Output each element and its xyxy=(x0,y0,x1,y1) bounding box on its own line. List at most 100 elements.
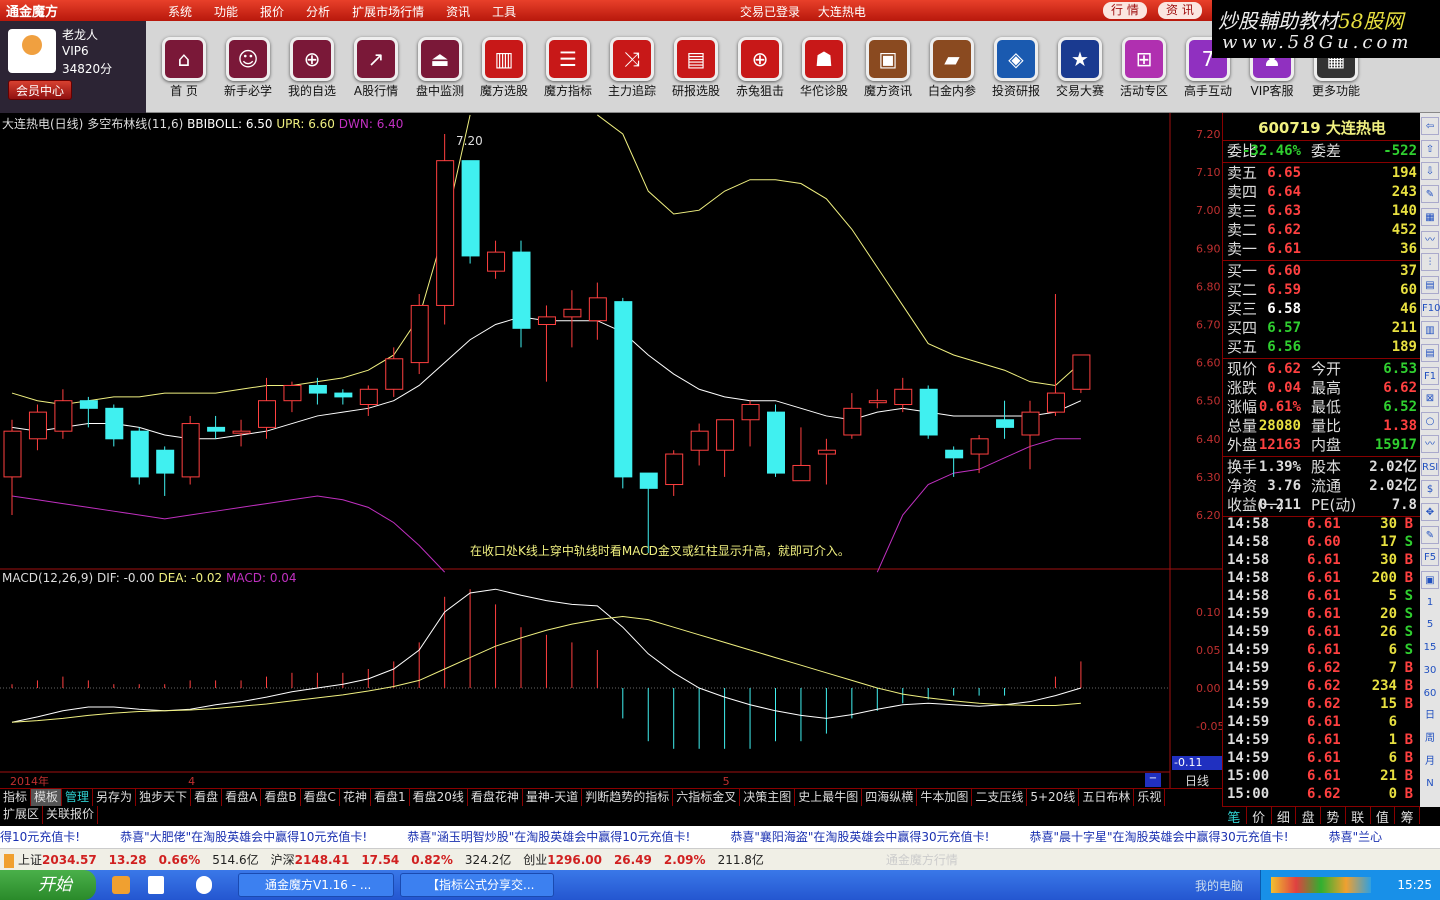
my-computer-label[interactable]: 我的电脑 xyxy=(1195,877,1243,894)
toolbar-button-report[interactable]: ▤ 研报选股 xyxy=(668,29,724,99)
side-tool-icon[interactable]: ⇦ xyxy=(1421,117,1439,135)
scroll-button[interactable]: − xyxy=(1145,773,1161,787)
menu-analysis[interactable]: 分析 xyxy=(306,3,330,20)
quote-tab[interactable]: 盘 xyxy=(1296,807,1321,826)
toolbar-button-list[interactable]: ☰ 魔方指标 xyxy=(540,29,596,99)
toolbar-button-bar-chart[interactable]: ▥ 魔方选股 xyxy=(476,29,532,99)
indicator-tab[interactable]: 另存为 xyxy=(93,789,137,806)
indicator-tab[interactable]: 六指标金叉 xyxy=(673,789,741,806)
toolbar-button-home[interactable]: ⌂ 首 页 xyxy=(156,29,212,99)
indicator-tab[interactable]: 指标 xyxy=(0,789,32,806)
indicator-tab[interactable]: 看盘 xyxy=(191,789,223,806)
side-tool-icon[interactable]: ✎ xyxy=(1421,525,1439,544)
ie-icon[interactable] xyxy=(196,876,212,894)
indicator-tab[interactable]: 5+20线 xyxy=(1027,789,1080,806)
avatar[interactable] xyxy=(8,29,56,73)
toolbar-button-joystick[interactable]: ⏏ 盘中监测 xyxy=(412,29,468,99)
menu-function[interactable]: 功能 xyxy=(214,3,238,20)
indicator-tab[interactable]: 看盘1 xyxy=(371,789,410,806)
indicator-tab[interactable]: 看盘A xyxy=(222,789,262,806)
menu-tools[interactable]: 工具 xyxy=(492,3,516,20)
side-tool-icon[interactable]: ○ xyxy=(1421,412,1439,431)
indicator-tab[interactable]: 看盘20线 xyxy=(410,789,468,806)
indicator-tab[interactable]: 看盘花神 xyxy=(468,789,523,806)
quote-tab[interactable]: 价 xyxy=(1247,807,1272,826)
quote-tab[interactable]: 联 xyxy=(1346,807,1371,826)
ticker-item[interactable]: 恭喜"涵玉明智炒股"在淘股英雄会中赢得10元充值卡! xyxy=(407,830,690,844)
notepad-icon[interactable] xyxy=(148,876,164,894)
side-tool-icon[interactable]: F5 xyxy=(1421,548,1439,567)
side-tool-icon[interactable]: ✎ xyxy=(1421,185,1439,204)
toolbar-button-ticket[interactable]: ◈ 投资研报 xyxy=(988,29,1044,99)
toolbar-button-reader[interactable]: ☺ 新手必学 xyxy=(220,29,276,99)
side-tool-icon[interactable]: ▤ xyxy=(1421,275,1439,294)
side-tool-icon[interactable]: F1 xyxy=(1421,366,1439,385)
task-browser[interactable]: 【指标公式分享交... xyxy=(400,873,554,897)
index-name[interactable]: 沪深 xyxy=(271,853,295,867)
indicator-tab[interactable]: 二支压线 xyxy=(972,789,1028,806)
toolbar-button-badge[interactable]: ★ 交易大赛 xyxy=(1052,29,1108,99)
menu-news[interactable]: 资讯 xyxy=(446,3,470,20)
news-ticker[interactable]: 得10元充值卡! 恭喜"大肥佬"在淘股英雄会中赢得10元充值卡! 恭喜"涵玉明智炒股… xyxy=(0,826,1440,848)
side-tool-icon[interactable]: F10 xyxy=(1421,298,1440,317)
indicator-tab[interactable]: 牛本加图 xyxy=(917,789,973,806)
menu-quote[interactable]: 报价 xyxy=(260,3,284,20)
side-tool-icon[interactable]: ⊠ xyxy=(1421,389,1439,408)
tab-related-quotes[interactable]: 关联报价 xyxy=(43,806,99,824)
side-tool-icon[interactable]: 5 xyxy=(1421,616,1439,634)
index-name[interactable]: 创业 xyxy=(523,853,547,867)
side-tool-icon[interactable]: ✥ xyxy=(1421,502,1439,521)
side-tool-icon[interactable]: 〰 xyxy=(1421,434,1439,453)
task-app[interactable]: 通金魔方V1.16 - ... xyxy=(238,873,394,897)
indicator-tab[interactable]: 决策主图 xyxy=(740,789,796,806)
toolbar-button-cube[interactable]: ▣ 魔方资讯 xyxy=(860,29,916,99)
start-button[interactable]: 开始 xyxy=(0,870,96,900)
indicator-tab[interactable]: 四海纵横 xyxy=(862,789,918,806)
quote-tab[interactable]: 势 xyxy=(1321,807,1346,826)
toolbar-button-trend[interactable]: ↗ A股行情 xyxy=(348,29,404,99)
ticker-item[interactable]: 得10元充值卡! xyxy=(0,830,80,844)
side-tool-icon[interactable]: ▥ xyxy=(1421,321,1439,340)
kline-chart[interactable]: 7.20 7.10 7.00 6.90 6.80 6.70 6.60 6.50 6.40 6.30… xyxy=(0,113,1222,788)
side-tool-icon[interactable]: ▤ xyxy=(1421,344,1439,362)
side-tool-icon[interactable]: ⇧ xyxy=(1421,139,1439,158)
side-tool-icon[interactable]: 1 xyxy=(1421,594,1439,612)
toolbar-button-shuffle[interactable]: ⤨ 主力追踪 xyxy=(604,29,660,99)
indicator-tab[interactable]: 管理 xyxy=(62,789,94,806)
quicklaunch-icon[interactable] xyxy=(112,876,130,894)
quote-tab[interactable]: 细 xyxy=(1272,807,1297,826)
member-center-button[interactable]: 会员中心 xyxy=(8,80,72,100)
toolbar-button-doctor[interactable]: ☗ 华佗诊股 xyxy=(796,29,852,99)
side-tool-icon[interactable]: N xyxy=(1421,775,1439,793)
ticker-item[interactable]: 恭喜"大肥佬"在淘股英雄会中赢得10元充值卡! xyxy=(120,830,367,844)
ticker-item[interactable]: 恭喜"晨十字星"在淘股英雄会中赢得30元充值卡! xyxy=(1029,830,1288,844)
indicator-tab[interactable]: 独步天下 xyxy=(136,789,192,806)
tab-extension-area[interactable]: 扩展区 xyxy=(0,806,44,824)
indicator-tab[interactable]: 判断趋势的指标 xyxy=(582,789,674,806)
menu-system[interactable]: 系统 xyxy=(168,3,192,20)
toolbar-button-basket[interactable]: ⊕ 我的自选 xyxy=(284,29,340,99)
tray-icons[interactable] xyxy=(1271,877,1371,893)
menu-extended-market[interactable]: 扩展市场行情 xyxy=(352,3,424,20)
indicator-tab[interactable]: 量神-天道 xyxy=(523,789,583,806)
side-tool-icon[interactable]: 日 xyxy=(1421,707,1439,725)
side-tool-icon[interactable]: ▦ xyxy=(1421,207,1439,226)
side-tool-icon[interactable]: 15 xyxy=(1421,639,1439,657)
side-tool-icon[interactable]: 60 xyxy=(1421,685,1439,703)
ticker-item[interactable]: 恭喜"襄阳海盗"在淘股英雄会中赢得30元充值卡! xyxy=(730,830,989,844)
indicator-tab[interactable]: 花神 xyxy=(340,789,371,806)
quote-tab[interactable]: 笔 xyxy=(1222,807,1247,826)
toolbar-button-gold[interactable]: ▰ 白金内参 xyxy=(924,29,980,99)
side-tool-icon[interactable]: RSI xyxy=(1421,457,1439,476)
index-name[interactable]: 上证 xyxy=(18,853,42,867)
side-tool-icon[interactable]: 月 xyxy=(1421,753,1439,771)
toolbar-button-gift[interactable]: ⊞ 活动专区 xyxy=(1116,29,1172,99)
side-tool-icon[interactable]: ▣ xyxy=(1421,571,1439,589)
side-tool-icon[interactable]: $ xyxy=(1421,480,1439,499)
indicator-tab[interactable]: 史上最牛图 xyxy=(795,789,863,806)
period-label[interactable]: 日线 xyxy=(1172,772,1222,789)
indicator-tab[interactable]: 看盘C xyxy=(301,789,340,806)
side-tool-icon[interactable]: 周 xyxy=(1421,730,1439,748)
indicator-tab[interactable]: 看盘B xyxy=(261,789,301,806)
quote-tab[interactable]: 筹 xyxy=(1395,807,1420,826)
